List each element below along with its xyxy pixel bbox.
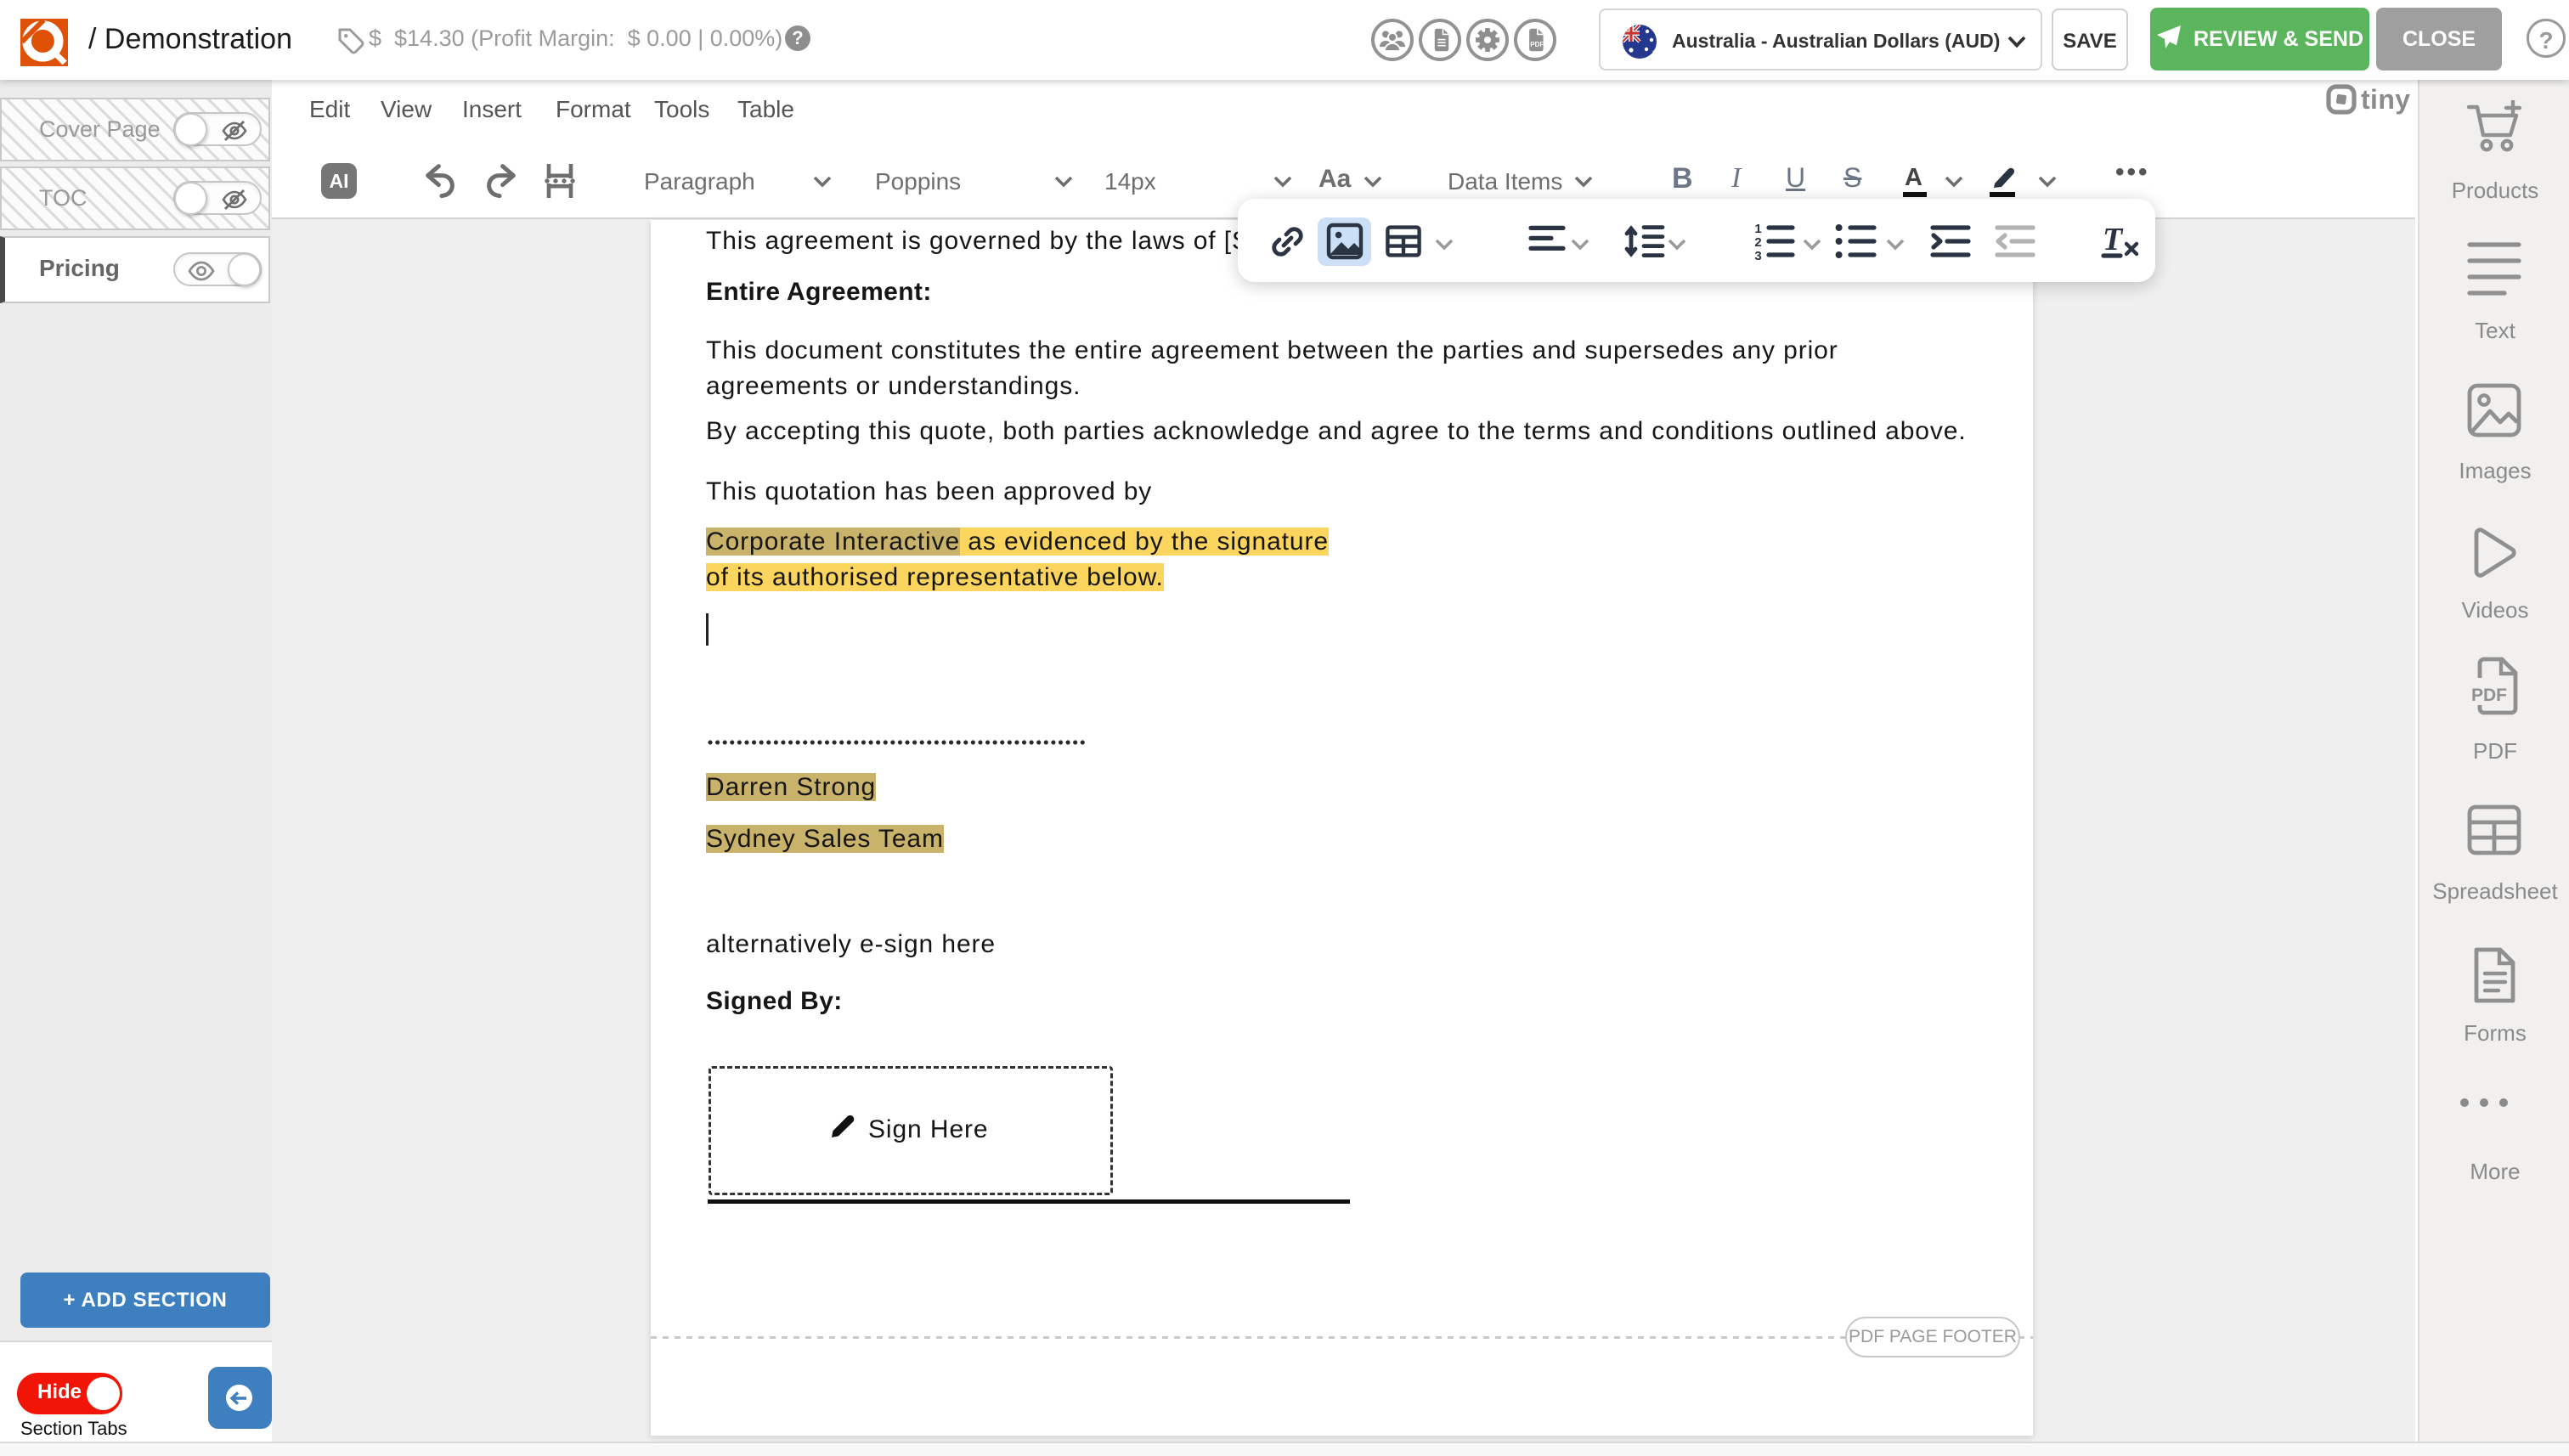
- svg-text:2: 2: [1754, 235, 1761, 250]
- svg-text:1: 1: [1754, 222, 1761, 236]
- svg-text:PDF: PDF: [2471, 686, 2507, 705]
- svg-text:tiny: tiny: [2361, 84, 2411, 115]
- svg-text:PDF: PDF: [1530, 41, 1544, 48]
- svg-text:3: 3: [1754, 249, 1761, 262]
- svg-text:T: T: [2103, 222, 2124, 257]
